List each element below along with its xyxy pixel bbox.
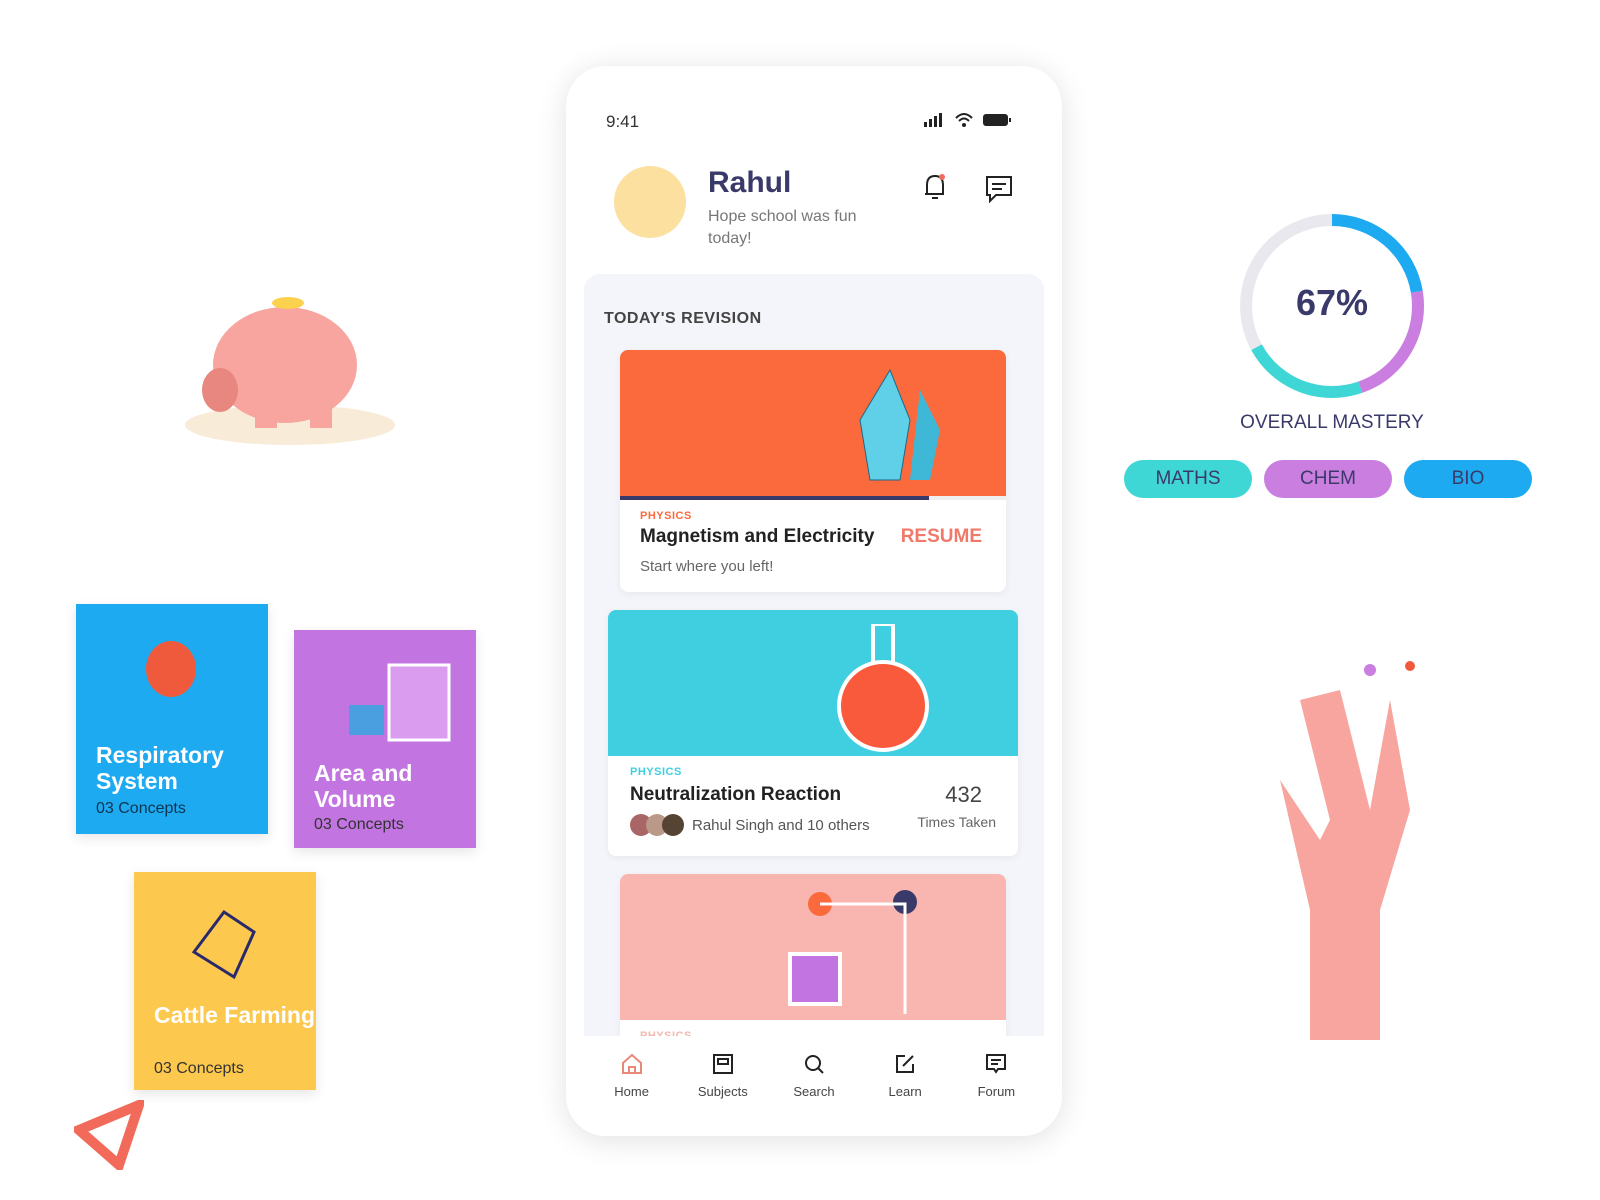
section-title: TODAY'S REVISION	[604, 310, 762, 327]
subject-pill-maths[interactable]: MATHS	[1124, 460, 1252, 498]
tile-subtitle: 03 Concepts	[96, 800, 186, 817]
progress-bar	[620, 496, 929, 500]
user-name: Rahul	[708, 166, 792, 199]
tile-title: Area and Volume	[314, 760, 413, 812]
subjects-icon	[712, 1054, 733, 1074]
tile-subtitle: 03 Concepts	[314, 816, 404, 833]
topic-tile-area-volume[interactable]: Area and Volume 03 Concepts	[294, 630, 476, 848]
greeting-text: Hope school was fun today!	[708, 208, 857, 247]
cow-illustration	[191, 909, 256, 980]
topic-tile-respiratory[interactable]: Respiratory System 03 Concepts	[76, 604, 268, 834]
nav-forum[interactable]: Forum	[961, 1052, 1031, 1136]
revision-card-magnetism[interactable]: PHYSICS Magnetism and Electricity Start …	[620, 350, 1006, 592]
participants-text: Rahul Singh and 10 others	[692, 817, 870, 834]
mastery-value: 67%	[1295, 282, 1369, 323]
times-taken-count: 432	[945, 782, 982, 807]
resume-button[interactable]: RESUME	[901, 526, 982, 548]
nav-subjects[interactable]: Subjects	[688, 1052, 758, 1136]
nav-home[interactable]: Home	[597, 1052, 667, 1136]
chat-icon[interactable]	[984, 174, 1014, 204]
tile-title: Respiratory System	[96, 742, 224, 794]
avatar	[662, 814, 684, 836]
phone-screen: 9:41 Rahul Hope school was fun today! TO…	[566, 66, 1062, 1136]
times-taken-label: Times Taken	[917, 814, 996, 830]
mastery-donut: 67%	[1232, 206, 1432, 411]
forum-icon	[986, 1054, 1007, 1074]
peace-hand-illustration	[1220, 660, 1480, 1065]
nav-label: Forum	[977, 1084, 1016, 1099]
nav-label: Learn	[888, 1084, 922, 1099]
home-icon	[621, 1053, 642, 1074]
pulley-illustration	[620, 874, 1006, 1020]
card-tag: PHYSICS	[640, 510, 692, 522]
subject-pill-bio[interactable]: BIO	[1404, 460, 1532, 498]
nav-learn[interactable]: Learn	[870, 1052, 940, 1136]
card-title: Neutralization Reaction	[630, 784, 842, 805]
participant-avatars	[630, 814, 684, 836]
piggy-bank-illustration	[180, 290, 400, 455]
crystal-illustration	[620, 350, 1006, 496]
revision-card-neutralization[interactable]: PHYSICS Neutralization Reaction Rahul Si…	[608, 610, 1018, 856]
card-subtitle: Start where you left!	[640, 558, 774, 575]
avatar[interactable]	[614, 166, 686, 238]
cylinder-illustration	[349, 663, 451, 742]
bottom-nav: Home Subjects Search Learn Forum	[566, 1036, 1062, 1136]
edit-icon	[896, 1055, 915, 1073]
topic-tile-cattle-farming[interactable]: Cattle Farming 03 Concepts	[134, 872, 316, 1090]
bell-icon[interactable]	[922, 172, 948, 202]
nav-label: Subjects	[697, 1084, 748, 1099]
wifi-icon	[955, 113, 973, 127]
nav-label: Search	[793, 1084, 835, 1099]
paper-plane-icon	[69, 1096, 148, 1175]
status-time: 9:41	[606, 112, 640, 131]
tile-title: Cattle Farming	[154, 1002, 316, 1028]
card-tag: PHYSICS	[630, 766, 682, 778]
revision-card-physics[interactable]: PHYSICS	[620, 874, 1006, 1044]
signal-icon	[924, 113, 942, 127]
search-icon	[804, 1055, 824, 1074]
flask-illustration	[608, 610, 1018, 756]
heart-illustration	[146, 641, 196, 697]
card-title: Magnetism and Electricity	[640, 526, 875, 547]
mastery-label: OVERALL MASTERY	[1240, 412, 1424, 433]
nav-search[interactable]: Search	[779, 1052, 849, 1136]
subject-pill-chem[interactable]: CHEM	[1264, 460, 1392, 498]
tile-subtitle: 03 Concepts	[154, 1060, 244, 1077]
nav-label: Home	[614, 1084, 649, 1099]
battery-icon	[983, 114, 1011, 126]
